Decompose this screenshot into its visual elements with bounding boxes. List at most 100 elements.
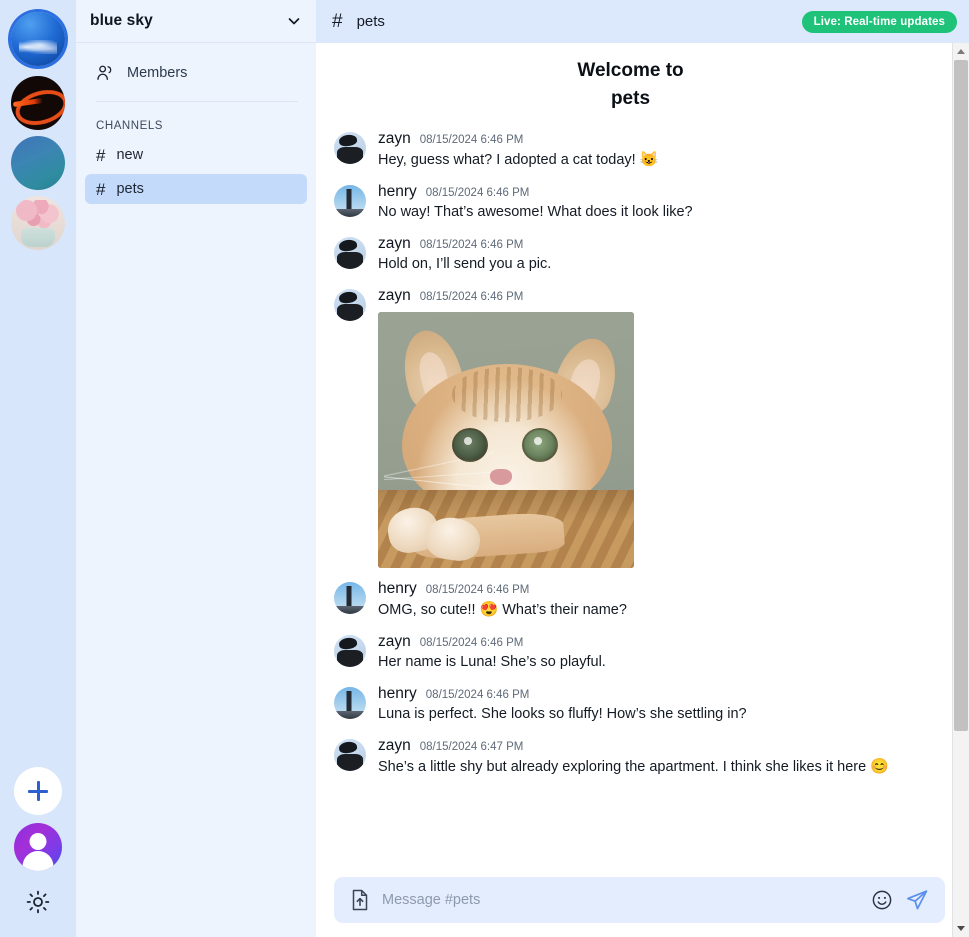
avatar[interactable] — [334, 289, 366, 322]
channel-sidebar: blue sky Members CHANNELS # new # pets — [76, 0, 316, 937]
message-timestamp: 08/15/2024 6:46 PM — [419, 291, 524, 304]
message-text-content: She’s a little shy but already exploring… — [378, 759, 867, 776]
chevron-down-icon — [288, 18, 300, 25]
add-server-button[interactable] — [14, 767, 62, 815]
message-image-cat-photo[interactable] — [378, 312, 634, 569]
file-upload-button[interactable] — [350, 889, 370, 911]
message-timestamp: 08/15/2024 6:46 PM — [425, 689, 530, 702]
cat-eye-left — [452, 428, 488, 463]
file-upload-icon — [352, 889, 368, 911]
message-meta: zayn 08/15/2024 6:46 PM — [378, 633, 929, 651]
message-text: Hold on, I’ll send you a pic. — [378, 256, 552, 273]
avatar[interactable] — [334, 739, 366, 772]
people-icon — [97, 65, 112, 80]
message-meta: zayn 08/15/2024 6:46 PM — [378, 235, 929, 253]
hash-icon: # — [96, 145, 106, 165]
message-meta: henry 08/15/2024 6:46 PM — [378, 580, 929, 598]
server-name-label: blue sky — [90, 12, 153, 29]
plus-icon — [28, 781, 48, 801]
sidebar-divider — [96, 101, 298, 102]
scrollbar-track[interactable] — [953, 60, 969, 920]
theme-toggle-button[interactable] — [21, 885, 55, 919]
message-timestamp: 08/15/2024 6:46 PM — [425, 187, 530, 200]
avatar[interactable] — [334, 687, 366, 720]
message-author: henry — [378, 685, 417, 703]
scrollbar-thumb[interactable] — [954, 60, 968, 731]
hash-icon: # — [332, 11, 343, 32]
messages-list: Welcome to pets zayn 08/15/2024 6:46 PM … — [316, 43, 945, 790]
avatar[interactable] — [334, 185, 366, 218]
message-text-content: Hey, guess what? I adopted a cat today! — [378, 152, 636, 169]
cat-face-emoji: 😺 — [639, 151, 659, 169]
welcome-header: Welcome to pets — [316, 43, 945, 124]
user-avatar-button[interactable] — [14, 823, 62, 871]
message-timestamp: 08/15/2024 6:46 PM — [419, 239, 524, 252]
chat-header: # pets Live: Real-time updates — [316, 0, 969, 43]
message-text: Luna is perfect. She looks so fluffy! Ho… — [378, 706, 747, 723]
live-status-badge: Live: Real-time updates — [801, 10, 957, 33]
message-item: zayn 08/15/2024 6:46 PM Hey, guess what?… — [316, 124, 945, 177]
message-item: zayn 08/15/2024 6:46 PM — [316, 281, 945, 574]
heart-eyes-emoji: 😍 — [479, 601, 499, 619]
triangle-down-glyph — [957, 926, 965, 931]
composer-actions — [871, 888, 929, 912]
emoji-picker-button[interactable] — [871, 889, 893, 911]
welcome-line-2: pets — [610, 87, 651, 109]
avatar[interactable] — [334, 582, 366, 615]
sun-icon — [26, 890, 50, 914]
chat-area: # pets Live: Real-time updates Welcome t… — [316, 0, 969, 937]
cat-eye-right — [522, 428, 558, 463]
message-meta: zayn 08/15/2024 6:46 PM — [378, 130, 929, 148]
message-body: zayn 08/15/2024 6:47 PM She’s a little s… — [378, 737, 929, 778]
vertical-scrollbar[interactable] — [952, 43, 969, 937]
message-text-before: OMG, so cute!! — [378, 602, 476, 619]
avatar[interactable] — [334, 635, 366, 668]
send-paper-plane-icon — [907, 890, 928, 910]
scroll-up-arrow-icon[interactable] — [953, 43, 969, 60]
message-timestamp: 08/15/2024 6:46 PM — [419, 134, 524, 147]
server-rail-bottom — [0, 767, 76, 919]
smiling-face-emoji: 😊 — [870, 758, 889, 776]
server-header-dropdown[interactable]: blue sky — [76, 0, 316, 43]
chat-channel-title: pets — [356, 13, 385, 30]
sidebar-channel-pets[interactable]: # pets — [85, 174, 307, 204]
avatar[interactable] — [334, 132, 366, 165]
message-composer[interactable] — [334, 877, 945, 923]
message-text: Her name is Luna! She’s so playful. — [378, 654, 606, 671]
hash-icon: # — [96, 179, 106, 199]
message-body: zayn 08/15/2024 6:46 PM — [378, 287, 929, 569]
message-meta: zayn 08/15/2024 6:46 PM — [378, 287, 929, 305]
message-item: henry 08/15/2024 6:46 PM OMG, so cute!! … — [316, 574, 945, 627]
members-label: Members — [127, 65, 188, 81]
message-author: zayn — [378, 737, 411, 755]
message-author: henry — [378, 580, 417, 598]
message-text: Hey, guess what? I adopted a cat today! … — [378, 149, 929, 171]
message-input[interactable] — [382, 877, 859, 923]
channels-section-header: CHANNELS — [96, 120, 164, 132]
message-meta: henry 08/15/2024 6:46 PM — [378, 685, 929, 703]
triangle-up-glyph — [957, 49, 965, 54]
message-body: zayn 08/15/2024 6:46 PM Hold on, I’ll se… — [378, 235, 929, 275]
message-body: zayn 08/15/2024 6:46 PM Hey, guess what?… — [378, 130, 929, 171]
message-author: zayn — [378, 235, 411, 253]
message-body: henry 08/15/2024 6:46 PM OMG, so cute!! … — [378, 580, 929, 621]
scroll-down-arrow-icon[interactable] — [953, 920, 969, 937]
message-author: zayn — [378, 130, 411, 148]
message-timestamp: 08/15/2024 6:47 PM — [419, 741, 524, 754]
message-item: zayn 08/15/2024 6:46 PM Her name is Luna… — [316, 627, 945, 679]
send-message-button[interactable] — [905, 888, 929, 912]
server-avatar-orange-abstract[interactable] — [11, 76, 65, 130]
composer-wrapper — [316, 869, 969, 937]
message-timestamp: 08/15/2024 6:46 PM — [419, 637, 524, 650]
server-avatar-blue-sky[interactable] — [11, 12, 65, 66]
message-item: henry 08/15/2024 6:46 PM No way! That’s … — [316, 177, 945, 229]
emoji-smiley-icon — [872, 890, 892, 910]
message-meta: zayn 08/15/2024 6:47 PM — [378, 737, 929, 755]
avatar[interactable] — [334, 237, 366, 270]
messages-scroll-region[interactable]: Welcome to pets zayn 08/15/2024 6:46 PM … — [316, 43, 969, 869]
message-author: zayn — [378, 287, 411, 305]
server-avatar-teal-gradient[interactable] — [11, 136, 65, 190]
server-avatar-flowers[interactable] — [11, 196, 65, 250]
sidebar-channel-new[interactable]: # new — [85, 140, 307, 170]
sidebar-item-members[interactable]: Members — [96, 59, 302, 87]
